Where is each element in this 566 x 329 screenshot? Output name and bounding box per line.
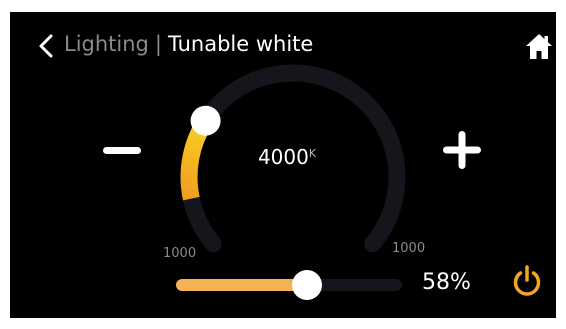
tunable-white-screen: Lighting | Tunable white 4000K 1000 1000 5… [10,12,556,318]
color-temperature-readout: 4000K [232,145,342,169]
temperature-value: 4000 [257,145,309,169]
brightness-slider[interactable] [176,270,402,300]
dial-min-label: 1000 [163,246,197,261]
brightness-fill [176,279,308,291]
brightness-thumb[interactable] [292,270,323,300]
temperature-unit: K [308,147,317,160]
power-icon[interactable] [510,264,544,298]
dial-max-label: 1000 [392,241,426,256]
dial-thumb[interactable] [190,105,221,136]
brightness-percentage: 58% [422,270,471,295]
